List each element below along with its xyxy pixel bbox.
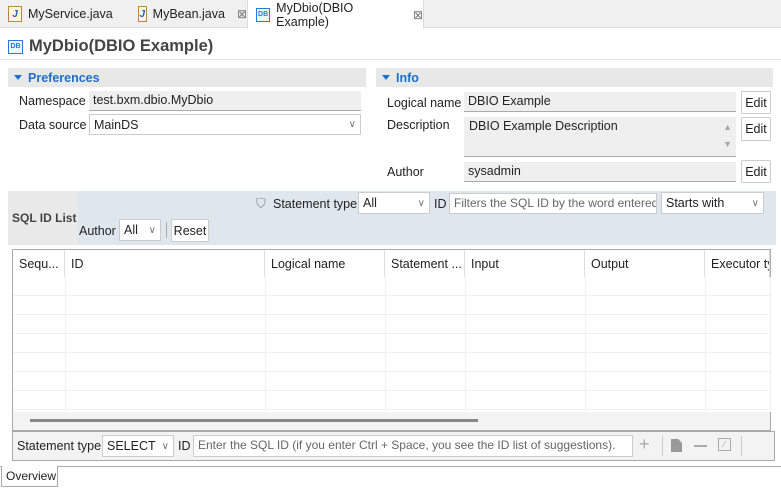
column-header[interactable]: Sequ... <box>13 250 65 277</box>
chevron-down-icon: ∨ <box>751 197 759 209</box>
close-icon[interactable]: ⊠ <box>237 7 247 21</box>
edit-icon[interactable]: ∕ <box>718 438 731 451</box>
java-file-warning-icon: J <box>138 6 147 22</box>
section-title: Preferences <box>28 70 100 85</box>
column-header[interactable]: Logical name <box>265 250 385 277</box>
author-label: Author <box>387 165 424 179</box>
statement-type-label: Statement type <box>273 197 358 211</box>
datasource-value: MainDS <box>94 117 139 132</box>
collapse-icon <box>14 75 22 80</box>
dbio-icon: DB <box>8 39 23 54</box>
page-title: MyDbio(DBIO Example) <box>29 37 214 55</box>
description-field[interactable]: DBIO Example Description ▲ ▼ <box>464 117 736 157</box>
column-divider <box>265 277 266 412</box>
table-row[interactable] <box>13 334 770 353</box>
edit-logical-name-button[interactable]: Edit <box>741 91 771 114</box>
page-header: DB MyDbio(DBIO Example) <box>8 37 213 56</box>
divider <box>0 466 781 467</box>
id-label: ID <box>434 197 447 211</box>
tab-label: MyBean.java <box>152 7 225 21</box>
column-divider <box>465 277 466 412</box>
author-filter-value: All <box>124 223 138 237</box>
table-row[interactable] <box>13 391 770 410</box>
chevron-down-icon: ∨ <box>148 224 156 236</box>
tab-label: MyDbio(DBIO Example) <box>276 0 354 29</box>
new-statement-type-value: SELECT <box>107 439 156 453</box>
info-section-header[interactable]: Info <box>376 68 773 87</box>
table-row[interactable] <box>13 353 770 372</box>
tab-mybean[interactable]: J MyBean.java ⊠ <box>130 0 247 28</box>
separator <box>662 436 663 456</box>
statement-type-value: All <box>363 196 377 210</box>
edit-author-button[interactable]: Edit <box>741 160 771 183</box>
reset-button[interactable]: Reset <box>171 219 209 242</box>
tab-overview[interactable]: Overview <box>1 466 58 487</box>
column-divider <box>65 277 66 412</box>
tab-label: MyService.java <box>28 7 113 21</box>
column-divider <box>770 277 771 412</box>
edit-description-button[interactable]: Edit <box>741 117 771 141</box>
filter-icon: ⛉ <box>256 196 266 211</box>
horizontal-scrollbar[interactable] <box>13 412 770 430</box>
tab-myservice[interactable]: J MyService.java <box>0 0 130 28</box>
remove-icon[interactable] <box>694 445 707 447</box>
column-header[interactable]: Statement ... <box>385 250 465 277</box>
logical-name-label: Logical name <box>387 96 462 110</box>
preferences-section-header[interactable]: Preferences <box>8 68 366 87</box>
logical-name-field[interactable]: DBIO Example <box>464 92 736 112</box>
new-sql-id-input[interactable]: Enter the SQL ID (if you enter Ctrl + Sp… <box>193 435 633 457</box>
scrollbar-thumb[interactable] <box>30 419 478 422</box>
match-mode-select[interactable]: Starts with ∨ <box>661 192 764 214</box>
table-row[interactable] <box>13 277 770 296</box>
namespace-field[interactable]: test.bxm.dbio.MyDbio <box>89 91 361 111</box>
new-id-label: ID <box>178 439 191 453</box>
separator <box>166 222 167 238</box>
java-file-warning-icon: J <box>8 6 22 22</box>
match-mode-value: Starts with <box>666 196 725 210</box>
chevron-down-icon: ∨ <box>348 119 356 130</box>
column-header[interactable]: ID <box>65 250 265 277</box>
datasource-label: Data source <box>19 118 87 132</box>
dbio-icon: DB <box>256 7 271 22</box>
author-filter-label: Author <box>79 224 116 238</box>
column-header[interactable]: Input <box>465 250 585 277</box>
datasource-select[interactable]: MainDS ∨ <box>89 114 361 135</box>
statement-type-filter[interactable]: All ∨ <box>358 192 430 214</box>
id-filter-input[interactable]: Filters the SQL ID by the word entered <box>449 193 657 214</box>
column-divider <box>585 277 586 412</box>
close-icon[interactable]: ⊠ <box>413 8 423 22</box>
sql-id-list-title: SQL ID List <box>8 191 78 245</box>
description-value: DBIO Example Description <box>469 119 618 133</box>
table-row[interactable] <box>13 372 770 391</box>
tab-mydbio[interactable]: DB MyDbio(DBIO Example) ⊠ <box>247 0 424 29</box>
column-header[interactable]: Executor ty <box>705 250 770 277</box>
chevron-down-icon: ∨ <box>417 197 425 209</box>
namespace-label: Namespace <box>19 94 86 108</box>
separator <box>741 436 742 456</box>
column-divider <box>705 277 706 412</box>
column-divider <box>385 277 386 412</box>
description-label: Description <box>387 118 450 132</box>
author-filter-select[interactable]: All ∨ <box>119 219 161 241</box>
section-title: Info <box>396 70 419 85</box>
table-row[interactable] <box>13 296 770 315</box>
editor-tab-bar: J MyService.java J MyBean.java ⊠ DB MyDbio(D… <box>0 0 781 29</box>
chevron-down-icon: ∨ <box>161 440 169 452</box>
scroll-arrows-icon[interactable]: ▲ ▼ <box>723 119 732 153</box>
collapse-icon <box>382 75 390 80</box>
divider <box>0 59 781 60</box>
add-icon[interactable]: + <box>639 434 650 455</box>
new-statement-type-select[interactable]: SELECT ∨ <box>102 435 174 457</box>
new-statement-type-label: Statement type <box>17 439 102 453</box>
author-field[interactable]: sysadmin <box>464 162 736 182</box>
column-header[interactable]: Output <box>585 250 705 277</box>
table-row[interactable] <box>13 315 770 334</box>
